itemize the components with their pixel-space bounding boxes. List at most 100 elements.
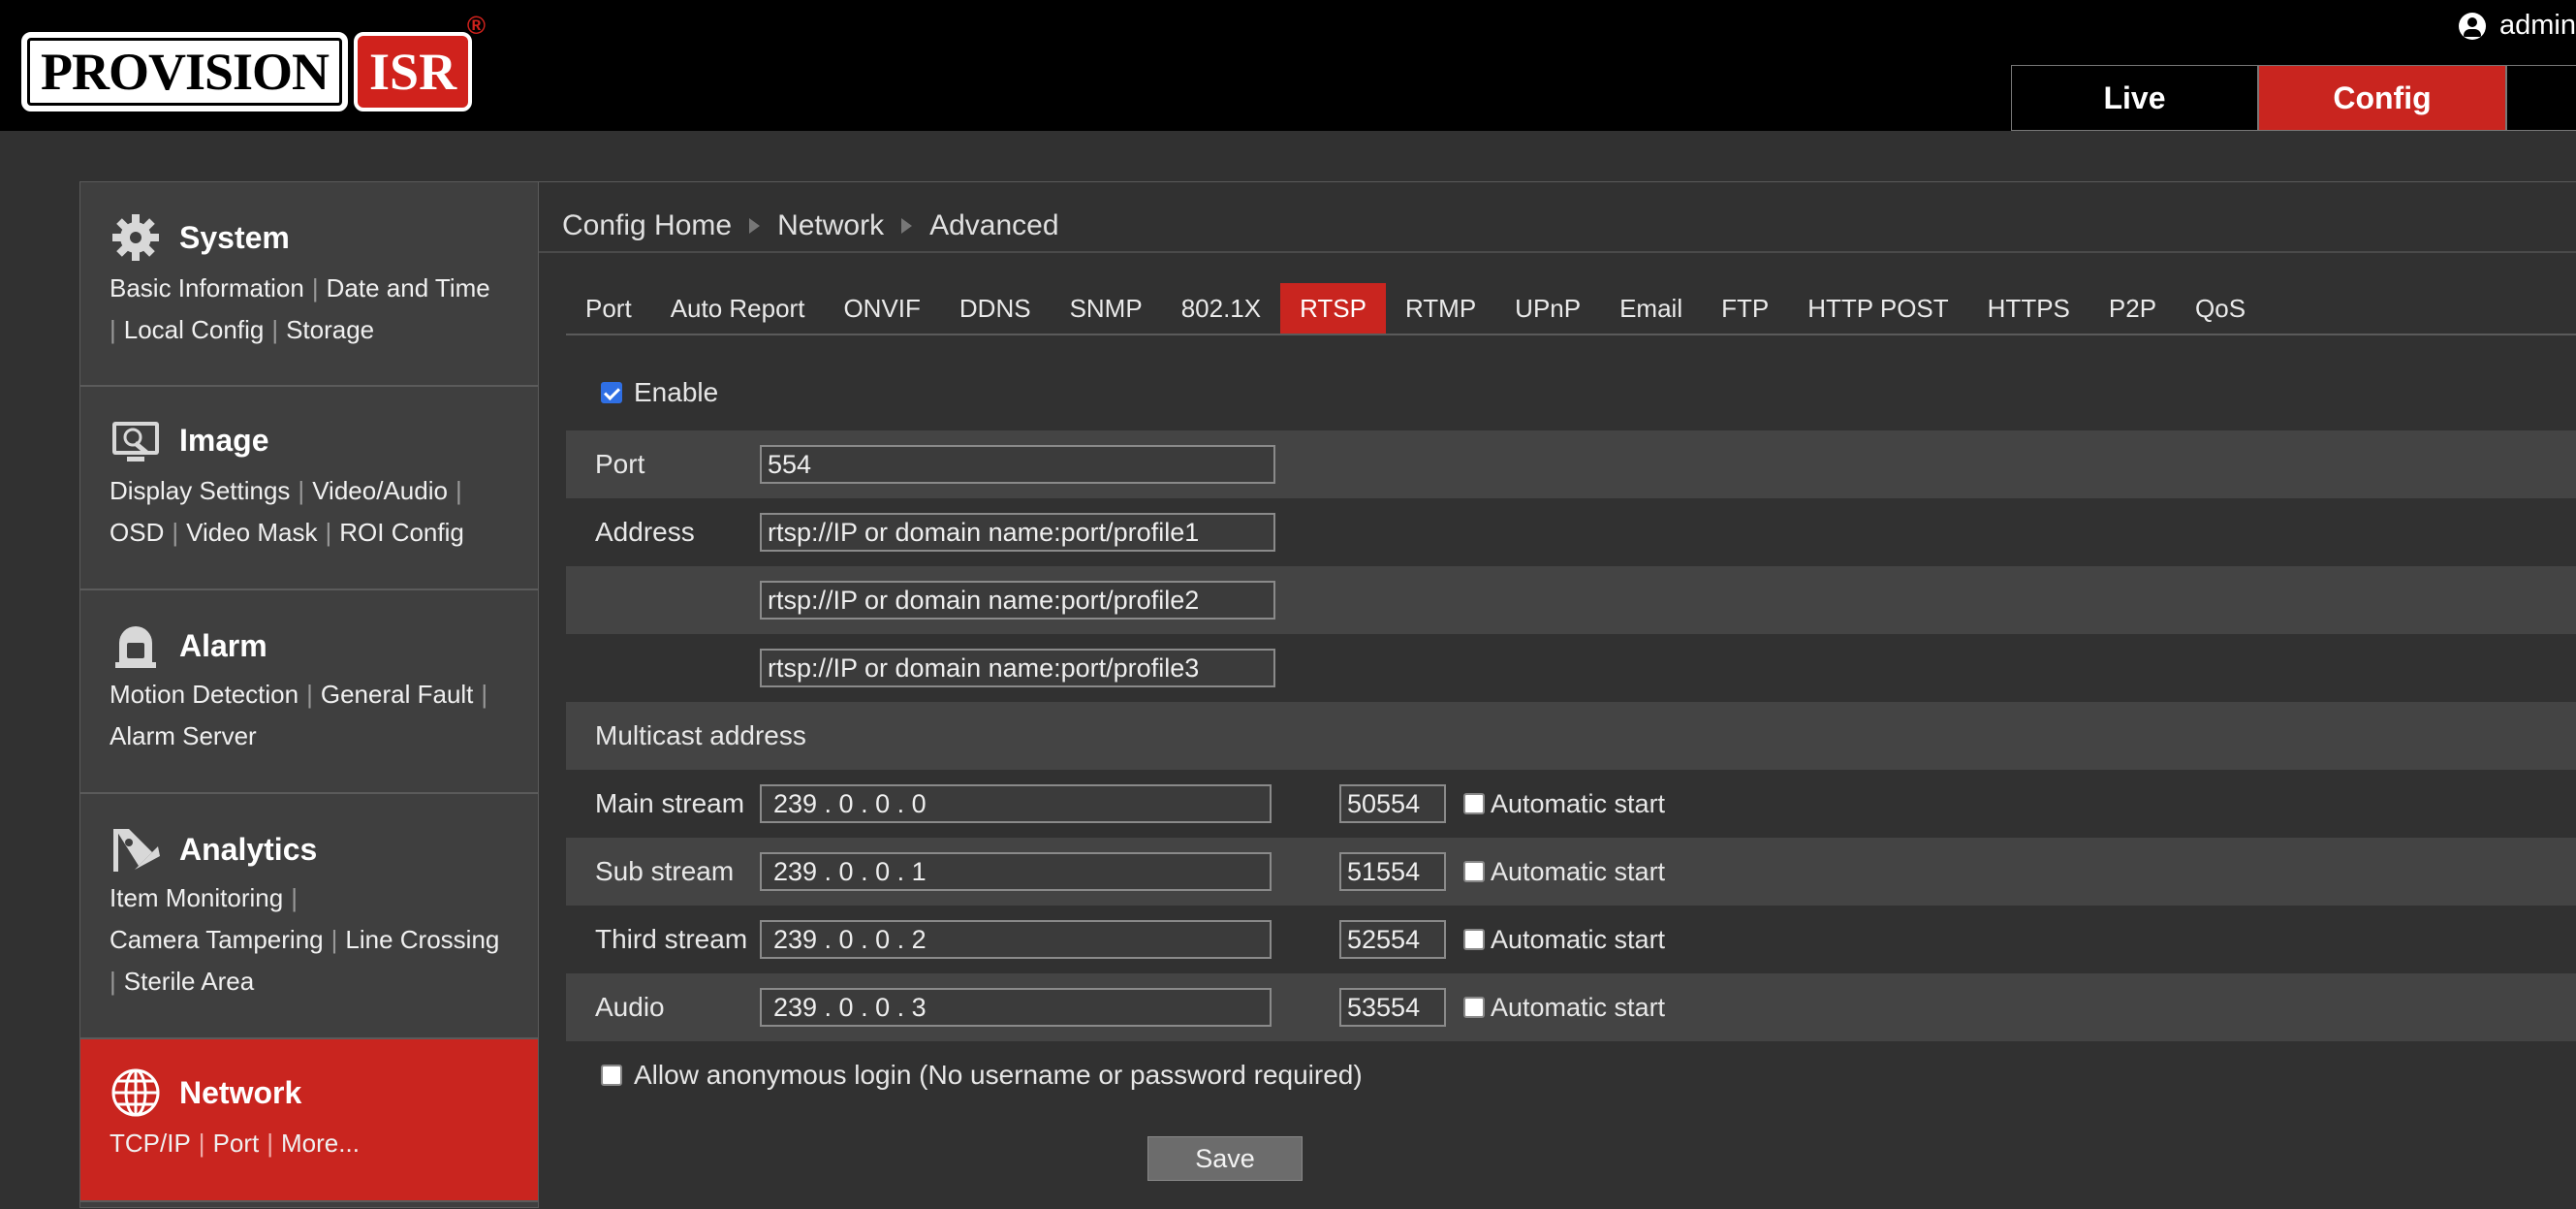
- provision-isr-logo: PROVISION ISR ®: [21, 11, 486, 111]
- link-line-crossing[interactable]: Line Crossing: [345, 925, 499, 954]
- link-sterile-area[interactable]: Sterile Area: [124, 967, 254, 996]
- sidebar-section-alarm: Alarm Motion Detection | General Fault | Al…: [80, 590, 538, 794]
- address-profile3-field[interactable]: rtsp://IP or domain name:port/profile3: [760, 649, 1275, 687]
- logo-wordmark: PROVISION: [21, 32, 349, 111]
- globe-icon: [111, 1068, 160, 1117]
- link-osd[interactable]: OSD: [110, 518, 164, 547]
- sidebar-header-alarm[interactable]: Alarm: [110, 620, 267, 672]
- tab-qos[interactable]: QoS: [2176, 283, 2265, 334]
- main-stream-ip-field[interactable]: 239 . 0 . 0 . 0: [760, 784, 1272, 823]
- third-stream-autostart-checkbox[interactable]: [1463, 929, 1485, 950]
- enable-checkbox[interactable]: [601, 382, 622, 403]
- main-stream-row: Main stream 239 . 0 . 0 . 0 50554 Automa…: [566, 770, 2576, 838]
- breadcrumb-advanced: Advanced: [929, 209, 1059, 241]
- link-more[interactable]: More...: [281, 1129, 360, 1158]
- link-basic-information[interactable]: Basic Information: [110, 273, 304, 302]
- main-stream-autostart-checkbox[interactable]: [1463, 793, 1485, 814]
- link-local-config[interactable]: Local Config: [124, 315, 265, 344]
- third-stream-ip-field[interactable]: 239 . 0 . 0 . 2: [760, 920, 1272, 959]
- breadcrumb-divider: [539, 251, 2576, 253]
- sidebar-section-analytics: Analytics Item Monitoring | Camera Tamper…: [80, 794, 538, 1039]
- sidebar-title-system: System: [179, 219, 290, 255]
- config-button[interactable]: Config: [2258, 65, 2506, 131]
- sidebar-links-alarm: Motion Detection | General Fault | Alarm Se…: [110, 680, 488, 750]
- link-display-settings[interactable]: Display Settings: [110, 476, 290, 505]
- live-button[interactable]: Live: [2011, 65, 2258, 131]
- sub-stream-autostart-checkbox[interactable]: [1463, 861, 1485, 882]
- breadcrumb-arrow-icon: [749, 218, 761, 234]
- third-stream-label: Third stream: [595, 924, 748, 954]
- user-icon: [2459, 12, 2486, 40]
- sidebar-header-analytics[interactable]: Analytics: [110, 823, 317, 875]
- tab-onvif[interactable]: ONVIF: [824, 283, 939, 334]
- logo-isr-text: ISR: [369, 43, 457, 101]
- audio-stream-port-field[interactable]: 53554: [1339, 988, 1446, 1027]
- audio-stream-ip-field[interactable]: 239 . 0 . 0 . 3: [760, 988, 1272, 1027]
- alarm-icon: [115, 626, 156, 668]
- breadcrumb-network[interactable]: Network: [777, 209, 884, 242]
- link-general-fault[interactable]: General Fault: [321, 680, 474, 709]
- link-item-monitoring[interactable]: Item Monitoring: [110, 883, 283, 912]
- sidebar-header-network[interactable]: Network: [110, 1066, 301, 1119]
- sidebar-title-image: Image: [179, 422, 269, 458]
- link-roi-config[interactable]: ROI Config: [339, 518, 464, 547]
- registered-mark: ®: [466, 11, 487, 40]
- sidebar: System Basic Information | Date and Time |…: [79, 181, 539, 1208]
- sub-stream-label: Sub stream: [595, 856, 735, 886]
- sub-stream-ip-field[interactable]: 239 . 0 . 0 . 1: [760, 852, 1272, 891]
- anonymous-login-label: Allow anonymous login (No username or pa…: [634, 1060, 1363, 1090]
- third-stream-port-field[interactable]: 52554: [1339, 920, 1446, 959]
- audio-stream-autostart-checkbox[interactable]: [1463, 997, 1485, 1018]
- link-alarm-server[interactable]: Alarm Server: [110, 721, 257, 750]
- address-row-2: rtsp://IP or domain name:port/profile2: [566, 566, 2576, 634]
- more-top-button[interactable]: [2506, 65, 2576, 131]
- link-video-audio[interactable]: Video/Audio: [312, 476, 448, 505]
- link-tcp-ip[interactable]: TCP/IP: [110, 1129, 191, 1158]
- sidebar-header-image[interactable]: Image: [110, 414, 268, 466]
- breadcrumb-config-home[interactable]: Config Home: [562, 209, 732, 242]
- address-profile2-field[interactable]: rtsp://IP or domain name:port/profile2: [760, 581, 1275, 620]
- port-row: Port 554: [566, 430, 2576, 498]
- tab-auto-report[interactable]: Auto Report: [651, 283, 825, 334]
- top-nav: Live Config: [2011, 65, 2576, 131]
- sidebar-links-network: TCP/IP | Port | More...: [110, 1129, 360, 1158]
- enable-label: Enable: [634, 377, 719, 407]
- enable-row: Enable: [566, 364, 2576, 422]
- sidebar-header-system[interactable]: System: [110, 211, 290, 264]
- user-menu[interactable]: admin: [2459, 10, 2576, 42]
- link-port[interactable]: Port: [213, 1129, 260, 1158]
- tab-upnp[interactable]: UPnP: [1495, 283, 1600, 334]
- audio-stream-autostart: Automatic start: [1463, 993, 1665, 1023]
- multicast-address-label: Multicast address: [595, 720, 806, 750]
- sidebar-title-analytics: Analytics: [179, 831, 318, 867]
- address-profile1-field[interactable]: rtsp://IP or domain name:port/profile1: [760, 513, 1275, 552]
- tab-snmp[interactable]: SNMP: [1051, 283, 1162, 334]
- tab-ftp[interactable]: FTP: [1702, 283, 1788, 334]
- tab-p2p[interactable]: P2P: [2089, 283, 2176, 334]
- link-motion-detection[interactable]: Motion Detection: [110, 680, 298, 709]
- port-input[interactable]: 554: [760, 445, 1275, 484]
- tab-port[interactable]: Port: [566, 283, 651, 334]
- anonymous-login-checkbox[interactable]: [601, 1065, 622, 1086]
- main-stream-port-field[interactable]: 50554: [1339, 784, 1446, 823]
- link-storage[interactable]: Storage: [286, 315, 374, 344]
- tab-email[interactable]: Email: [1600, 283, 1702, 334]
- third-stream-row: Third stream 239 . 0 . 0 . 2 52554 Autom…: [566, 906, 2576, 973]
- link-date-and-time[interactable]: Date and Time: [327, 273, 490, 302]
- sidebar-section-image: Image Display Settings | Video/Audio | OSD |…: [80, 387, 538, 590]
- save-button[interactable]: Save: [1147, 1136, 1303, 1181]
- sidebar-title-alarm: Alarm: [179, 627, 267, 663]
- tab-ddns[interactable]: DDNS: [940, 283, 1051, 334]
- sidebar-section-system: System Basic Information | Date and Time |…: [80, 182, 538, 387]
- tab-http-post[interactable]: HTTP POST: [1788, 283, 1967, 334]
- tab-bar: Port Auto Report ONVIF DDNS SNMP 802.1X …: [566, 283, 2576, 335]
- main-panel: Config Home Network Advanced Port Auto R…: [539, 181, 2576, 1209]
- tab-802-1x[interactable]: 802.1X: [1162, 283, 1280, 334]
- sub-stream-port-field[interactable]: 51554: [1339, 852, 1446, 891]
- tab-rtsp[interactable]: RTSP: [1280, 283, 1386, 334]
- tab-rtmp[interactable]: RTMP: [1386, 283, 1495, 334]
- logo-isr-badge: ISR ®: [354, 11, 486, 111]
- link-camera-tampering[interactable]: Camera Tampering: [110, 925, 324, 954]
- link-video-mask[interactable]: Video Mask: [186, 518, 317, 547]
- tab-https[interactable]: HTTPS: [1968, 283, 2089, 334]
